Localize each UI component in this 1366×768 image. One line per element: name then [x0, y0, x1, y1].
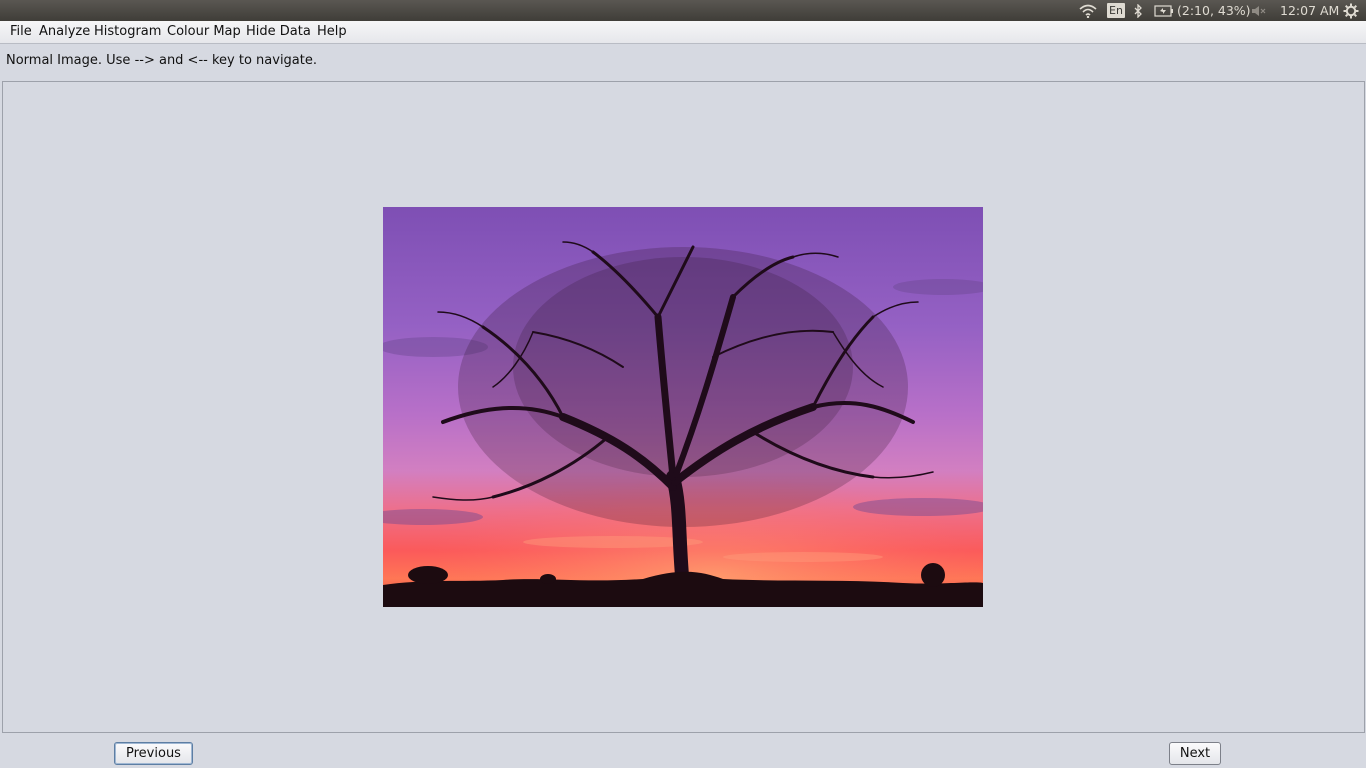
volume-muted-icon[interactable] [1251, 0, 1267, 21]
wifi-icon[interactable] [1079, 0, 1097, 21]
status-label: Normal Image. Use --> and <-- key to nav… [6, 53, 317, 68]
settings-gear-icon[interactable] [1343, 0, 1359, 21]
bluetooth-icon[interactable] [1133, 0, 1143, 21]
menu-histogram[interactable]: Histogram [94, 21, 161, 43]
keyboard-language-indicator[interactable]: En [1107, 0, 1125, 21]
menu-analyze[interactable]: Analyze [39, 21, 90, 43]
image-display-panel [2, 81, 1365, 733]
menu-bar: File Analyze Histogram Colour Map Hide D… [0, 21, 1366, 44]
tree-sunset-photo [383, 207, 983, 607]
clock[interactable]: 12:07 AM [1280, 0, 1339, 21]
menu-hide-data[interactable]: Hide Data [246, 21, 311, 43]
language-label: En [1107, 3, 1125, 18]
menu-colour-map[interactable]: Colour Map [167, 21, 241, 43]
battery-status-text: (2:10, 43%) [1177, 3, 1251, 18]
menu-help[interactable]: Help [317, 21, 347, 43]
next-button[interactable]: Next [1169, 742, 1221, 765]
system-top-panel: En (2:10, 43%) 12:07 AM [0, 0, 1366, 21]
previous-button[interactable]: Previous [114, 742, 193, 765]
menu-file[interactable]: File [10, 21, 32, 43]
battery-indicator[interactable]: (2:10, 43%) [1154, 0, 1251, 21]
battery-icon [1154, 4, 1174, 17]
